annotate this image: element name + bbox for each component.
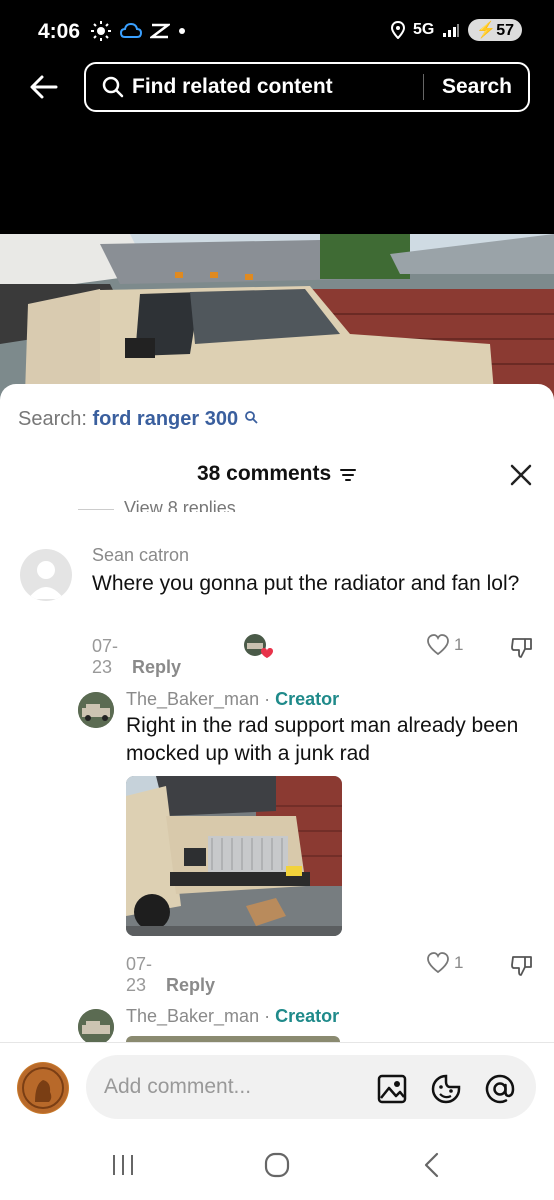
- creator-badge: Creator: [275, 689, 340, 709]
- comment-input[interactable]: Add comment...: [86, 1055, 536, 1119]
- video-frame-truck: [0, 234, 554, 404]
- comment-composer: Add comment...: [0, 1043, 554, 1133]
- truck-avatar-image: [78, 1009, 114, 1045]
- author-separator: ·: [259, 1006, 276, 1026]
- replies-divider: [78, 508, 114, 510]
- heart-icon: [427, 634, 449, 656]
- comment-meta: 07-23 Reply: [92, 636, 181, 678]
- penny-avatar-image: [18, 1063, 68, 1113]
- search-query: Find related content: [132, 75, 333, 98]
- back-arrow-icon[interactable]: [28, 71, 60, 103]
- battery-level: 57: [496, 22, 514, 39]
- brightness-icon: [91, 21, 111, 41]
- view-replies-label: View 8 replies: [124, 498, 236, 512]
- avatar[interactable]: [78, 692, 114, 728]
- related-search-link[interactable]: Search: ford ranger 300: [18, 408, 258, 431]
- network-type: 5G: [412, 21, 435, 38]
- location-icon: [390, 21, 405, 39]
- dislike-icon[interactable]: [510, 953, 534, 977]
- capcut-icon: [150, 23, 170, 39]
- author-name: The_Baker_man: [126, 689, 260, 709]
- comment-date: 07-23: [92, 636, 119, 677]
- comment-meta: 07-23 Reply: [126, 954, 215, 996]
- comment-image[interactable]: [126, 776, 342, 936]
- heart-icon: [427, 952, 449, 974]
- status-system-icons: 5G ⚡57: [390, 19, 522, 41]
- like-button[interactable]: 1: [426, 634, 463, 656]
- reply-button[interactable]: Reply: [132, 657, 181, 677]
- comment-author[interactable]: The_Baker_man · Creator: [126, 689, 339, 710]
- comment-author[interactable]: The_Baker_man · Creator: [126, 1006, 339, 1027]
- cloud-icon: [120, 22, 142, 38]
- like-button[interactable]: 1: [426, 952, 463, 974]
- reply-button[interactable]: Reply: [166, 975, 215, 995]
- status-bar: 4:06 5G ⚡57: [0, 0, 554, 62]
- search-icon: [102, 76, 124, 98]
- dislike-icon[interactable]: [510, 635, 534, 659]
- avatar: [17, 1062, 69, 1114]
- video-player[interactable]: [0, 234, 554, 404]
- like-count: 1: [454, 635, 464, 654]
- comments-count: 38 comments: [196, 462, 332, 485]
- author-name: The_Baker_man: [126, 1006, 260, 1026]
- comments-sheet: Search: ford ranger 300 38 comments View…: [0, 384, 554, 1200]
- comment-author[interactable]: Sean catron: [92, 545, 189, 566]
- search-button[interactable]: Search: [424, 75, 528, 99]
- battery-indicator: ⚡57: [468, 19, 522, 41]
- top-search-bar: Find related content Search: [0, 62, 554, 114]
- mention-icon[interactable]: [484, 1073, 516, 1105]
- avatar[interactable]: [78, 1009, 114, 1045]
- like-count: 1: [454, 953, 464, 972]
- search-icon: [244, 411, 258, 424]
- comment-date: 07-23: [126, 954, 153, 995]
- status-notification-icons: [90, 20, 186, 42]
- avatar[interactable]: [20, 549, 72, 601]
- comment-text: Right in the rad support man already bee…: [126, 714, 519, 765]
- sort-icon[interactable]: [339, 466, 357, 482]
- home-icon[interactable]: [264, 1152, 290, 1178]
- truck-avatar-image: [78, 692, 114, 728]
- dot-icon: [179, 28, 185, 34]
- recent-apps-icon[interactable]: [110, 1153, 136, 1177]
- truck-engine-photo: [126, 776, 342, 936]
- creator-liked-icon: [244, 634, 273, 658]
- back-nav-icon[interactable]: [422, 1152, 442, 1178]
- status-time: 4:06: [38, 20, 81, 43]
- search-field[interactable]: Find related content Search: [84, 62, 530, 112]
- signal-icon: [443, 24, 460, 37]
- default-avatar-icon: [28, 561, 64, 599]
- close-icon[interactable]: [510, 464, 532, 486]
- comments-header: 38 comments: [0, 462, 554, 486]
- system-nav-bar: [0, 1133, 554, 1200]
- author-separator: ·: [259, 689, 276, 709]
- view-replies-link[interactable]: View 8 replies: [78, 498, 236, 512]
- comment-text: Where you gonna put the radiator and fan…: [92, 572, 520, 595]
- comment-placeholder: Add comment...: [104, 1075, 252, 1098]
- image-icon[interactable]: [376, 1073, 408, 1105]
- emoji-icon[interactable]: [430, 1073, 462, 1105]
- creator-badge: Creator: [275, 1006, 340, 1026]
- search-term[interactable]: ford ranger 300: [93, 408, 239, 430]
- search-label: Search:: [18, 408, 87, 430]
